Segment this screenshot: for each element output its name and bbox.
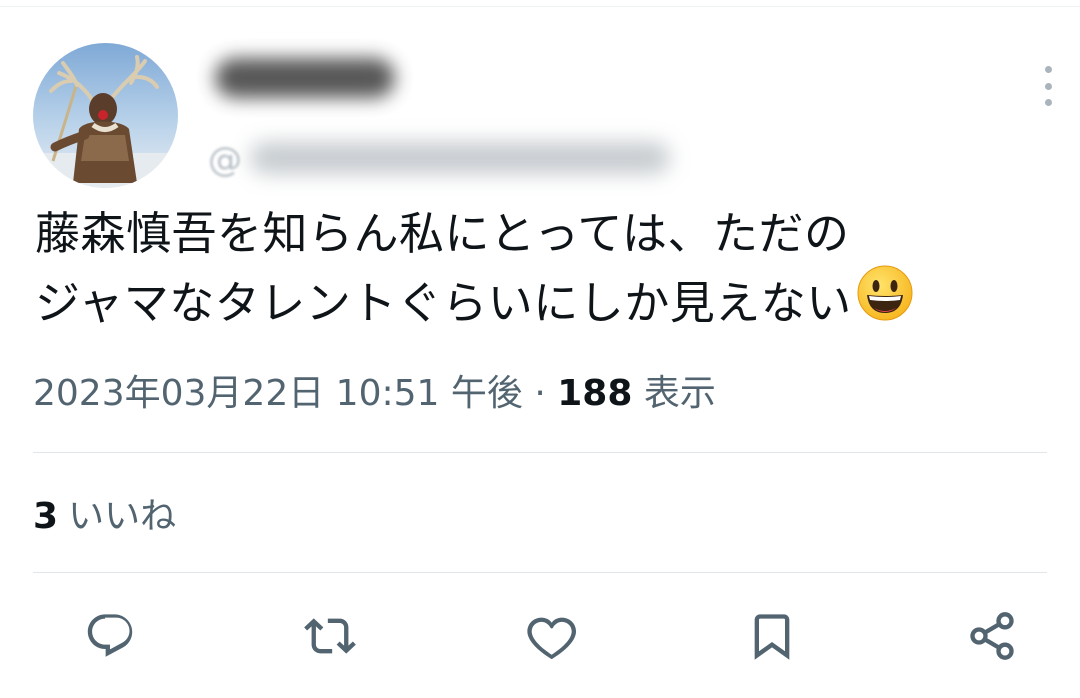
reply-button[interactable]	[82, 608, 138, 664]
display-name-redacted	[215, 58, 395, 98]
divider-top	[33, 452, 1047, 453]
likes-count: 3	[33, 496, 59, 537]
like-button[interactable]	[524, 608, 580, 664]
divider-bottom	[33, 572, 1047, 573]
meta-separator: ·	[534, 373, 546, 414]
tweet-text-line-2-text: ジャマなタレントぐらいにしか見えない	[35, 276, 852, 330]
tweet-meta: 2023年03月22日 10:51 午後 · 188 表示	[33, 368, 716, 420]
tweet-text-line-2: ジャマなタレントぐらいにしか見えない	[35, 265, 1065, 345]
tweet-text-line-1: 藤森慎吾を知らん私にとっては、ただの	[35, 207, 850, 260]
retweet-button[interactable]	[302, 608, 358, 664]
handle-redacted	[250, 142, 670, 174]
like-icon	[527, 617, 577, 660]
grinning-face-emoji-icon	[856, 264, 914, 341]
avatar[interactable]	[33, 43, 178, 188]
retweet-icon	[304, 618, 356, 654]
views-label: 表示	[643, 373, 716, 414]
views-count: 188	[557, 373, 633, 414]
timestamp[interactable]: 2023年03月22日 10:51 午後	[33, 373, 523, 414]
reply-icon	[87, 614, 133, 657]
bookmark-button[interactable]	[744, 608, 800, 664]
share-icon	[970, 612, 1014, 660]
bookmark-icon	[754, 614, 790, 660]
tweet-text: 藤森慎吾を知らん私にとっては、ただの ジャマなタレントぐらいにしか見えない	[35, 200, 1065, 345]
more-options-icon[interactable]	[1036, 66, 1060, 106]
share-button[interactable]	[964, 608, 1020, 664]
action-bar	[0, 600, 1080, 680]
top-divider	[0, 6, 1080, 7]
avatar-image	[33, 55, 178, 188]
handle-prefix: @	[208, 140, 242, 180]
likes-label: いいね	[68, 496, 177, 537]
likes-stat[interactable]: 3 いいね	[33, 492, 176, 542]
